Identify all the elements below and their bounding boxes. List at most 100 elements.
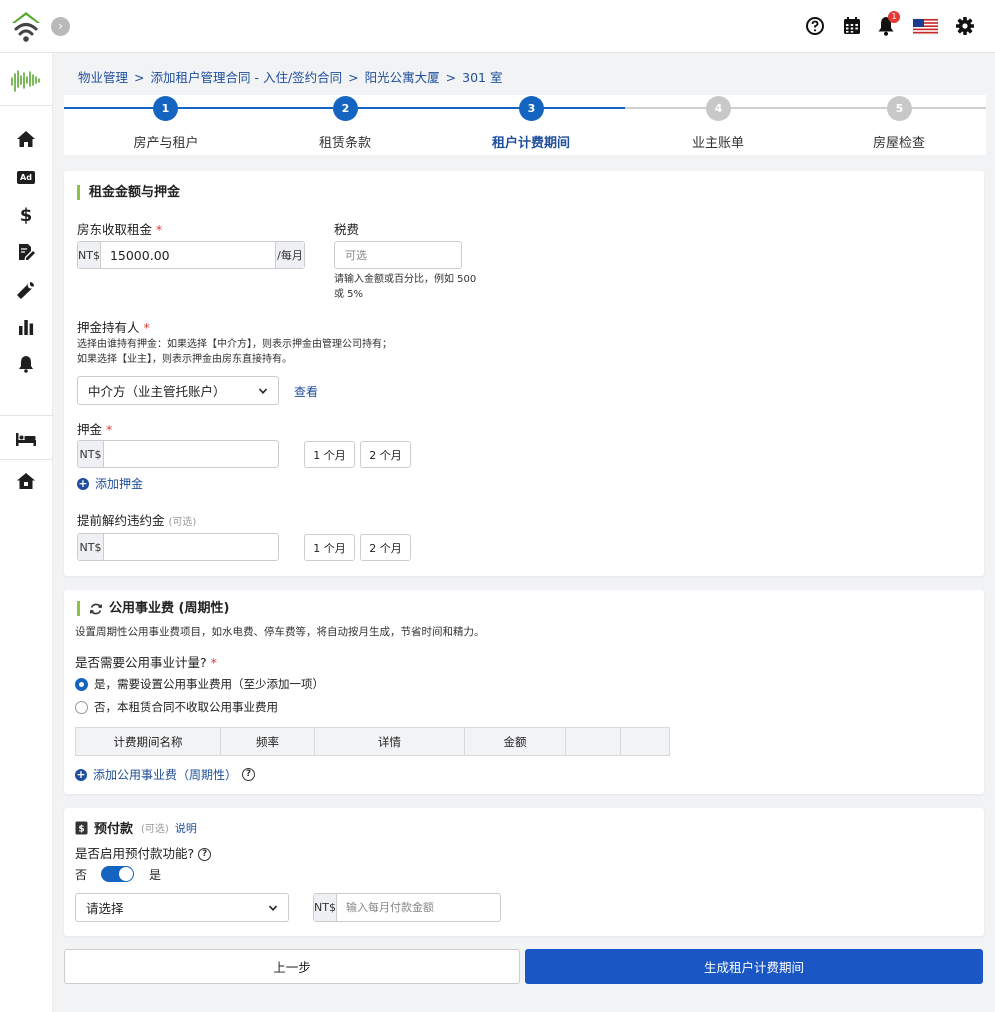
deposit-holder-selected: 中介方（业主管托账户）: [88, 384, 226, 399]
prepay-amount-input[interactable]: [337, 894, 500, 921]
utility-section-title: 公用事业费 (周期性): [77, 601, 229, 616]
rent-input-group: NT$ /每月: [77, 241, 305, 269]
add-deposit-link[interactable]: + 添加押金: [77, 475, 143, 492]
notification-badge: 1: [888, 11, 900, 23]
deposit-holder-label: 押金持有人 *: [77, 320, 150, 335]
progress-stepper: 1 2 3 4 5 房产与租户 租赁条款 租户计费期间 业主账单 房屋检查: [64, 95, 986, 155]
help-circle-icon[interactable]: [804, 15, 826, 37]
breadcrumb-item[interactable]: 物业管理: [78, 70, 128, 85]
penalty-amount-input[interactable]: [104, 534, 278, 560]
svg-text:$: $: [78, 824, 84, 834]
sidebar-item-reports[interactable]: [13, 314, 39, 340]
refresh-icon: [89, 603, 103, 614]
sidebar-item-contracts[interactable]: [13, 239, 39, 265]
penalty-one-month-button[interactable]: 1 个月: [304, 534, 355, 561]
rent-amount-input[interactable]: [100, 242, 275, 268]
step-1-circle[interactable]: 1: [153, 96, 178, 121]
house-icon: [17, 473, 35, 489]
main-content: 物业管理 > 添加租户管理合同 - 入住/签约合同 > 阳光公寓大厦 >301 室 1 2…: [53, 53, 995, 1012]
calendar-icon[interactable]: [841, 15, 863, 37]
help-circle-icon[interactable]: ?: [198, 848, 212, 861]
stepper-line-pending: [625, 107, 986, 109]
add-utility-fee-link[interactable]: + 添加公用事业费（周期性） ?: [75, 766, 256, 783]
utility-question: 是否需要公用事业计量? *: [75, 655, 217, 670]
step-5-circle[interactable]: 5: [887, 96, 912, 121]
generate-billing-period-button[interactable]: 生成租户计费期间: [525, 949, 983, 984]
bell-icon: [19, 356, 33, 373]
table-header-row: 计费期间名称 频率 详情 金额: [75, 727, 670, 756]
plus-circle-icon: +: [77, 476, 89, 490]
step-1-label[interactable]: 房产与租户: [106, 132, 226, 151]
deposit-label: 押金 *: [77, 422, 113, 437]
wrench-icon: [17, 282, 34, 299]
tax-input[interactable]: [334, 241, 462, 269]
penalty-two-months-button[interactable]: 2 个月: [360, 534, 411, 561]
utility-fee-card: 公用事业费 (周期性) 设置周期性公用事业费项目，如水电费、停车费等，将自动按月…: [64, 590, 984, 794]
prepay-explain-link[interactable]: 说明: [175, 820, 197, 836]
step-3-label[interactable]: 租户计费期间: [471, 132, 591, 151]
chevron-down-icon: [268, 904, 278, 911]
deposit-amount-input[interactable]: [104, 441, 278, 467]
ad-icon: Ad: [17, 170, 35, 184]
prepay-toggle[interactable]: [101, 866, 134, 882]
penalty-input-group: NT$: [77, 533, 279, 561]
prepay-select-placeholder: 请选择: [86, 901, 124, 916]
step-4-label[interactable]: 业主账单: [658, 132, 778, 151]
plus-circle-icon: +: [75, 767, 87, 781]
currency-prefix: NT$: [78, 441, 104, 467]
tax-hint: 请输入金额或百分比，例如 500 或 5%: [334, 274, 477, 300]
breadcrumb-item[interactable]: 添加租户管理合同 - 入住/签约合同: [151, 70, 343, 85]
step-2-circle[interactable]: 2: [333, 96, 358, 121]
step-2-label[interactable]: 租赁条款: [285, 132, 405, 151]
toggle-off-label: 否: [75, 868, 88, 882]
breadcrumb-separator: >: [348, 70, 359, 85]
table-header: 详情: [314, 727, 465, 756]
us-flag-icon[interactable]: [913, 15, 938, 37]
sidebar-item-rooms[interactable]: [13, 426, 39, 452]
utility-radio-no[interactable]: 否，本租赁合同不收取公用事业费用: [75, 699, 278, 715]
sidebar-item-ads[interactable]: Ad: [13, 164, 39, 190]
rent-deposit-card: 租金金额与押金 房东收取租金* NT$ /每月 税费 请输入金额或百分比，例如 …: [64, 171, 984, 576]
help-circle-icon[interactable]: ?: [242, 768, 256, 781]
sidebar-item-properties[interactable]: [13, 468, 39, 494]
breadcrumb-item[interactable]: 阳光公寓大厦: [365, 70, 440, 85]
rent-section-title: 租金金额与押金: [77, 185, 180, 200]
dollar-icon: $: [19, 204, 33, 226]
view-deposit-holder-link[interactable]: 查看: [294, 383, 318, 400]
sidebar-item-finance[interactable]: $: [13, 202, 39, 228]
receipt-icon: $: [75, 821, 88, 834]
sidebar-item-notifications[interactable]: [13, 351, 39, 377]
tax-label: 税费: [334, 222, 360, 237]
deposit-one-month-button[interactable]: 1 个月: [304, 441, 355, 468]
home-icon: [17, 131, 35, 147]
step-5-label[interactable]: 房屋检查: [839, 132, 959, 151]
radio-unchecked: [75, 700, 88, 714]
toggle-knob: [119, 867, 133, 881]
notification-button[interactable]: 1: [875, 11, 900, 37]
currency-prefix: NT$: [78, 242, 101, 268]
rent-label: 房东收取租金 *: [77, 222, 163, 237]
currency-prefix: NT$: [78, 534, 104, 560]
table-header: [620, 727, 670, 756]
previous-step-button[interactable]: 上一步: [64, 949, 520, 984]
prepay-type-select[interactable]: 请选择: [75, 893, 289, 922]
deposit-holder-select[interactable]: 中介方（业主管托账户）: [77, 376, 279, 405]
step-3-circle[interactable]: 3: [519, 96, 544, 121]
table-header: 计费期间名称: [75, 727, 221, 756]
utility-fee-table: 计费期间名称 频率 详情 金额: [75, 727, 670, 756]
utility-radio-yes[interactable]: 是，需要设置公用事业费用（至少添加一项）: [75, 676, 324, 692]
chevron-right-icon[interactable]: ›: [51, 17, 70, 36]
deposit-two-months-button[interactable]: 2 个月: [360, 441, 411, 468]
gear-icon[interactable]: [954, 15, 976, 37]
sidebar: Ad $: [0, 53, 53, 1012]
chevron-down-icon: [258, 387, 268, 394]
breadcrumb-item[interactable]: 301 室: [462, 70, 502, 85]
step-4-circle[interactable]: 4: [706, 96, 731, 121]
bed-icon: [16, 433, 36, 446]
prepay-question: 是否启用预付款功能? ?: [75, 843, 212, 862]
sidebar-item-maintenance[interactable]: [13, 277, 39, 303]
top-bar: › 1: [0, 0, 995, 53]
table-header: [565, 727, 621, 756]
sidebar-item-home[interactable]: [13, 126, 39, 152]
wifi-house-logo[interactable]: [8, 9, 44, 45]
